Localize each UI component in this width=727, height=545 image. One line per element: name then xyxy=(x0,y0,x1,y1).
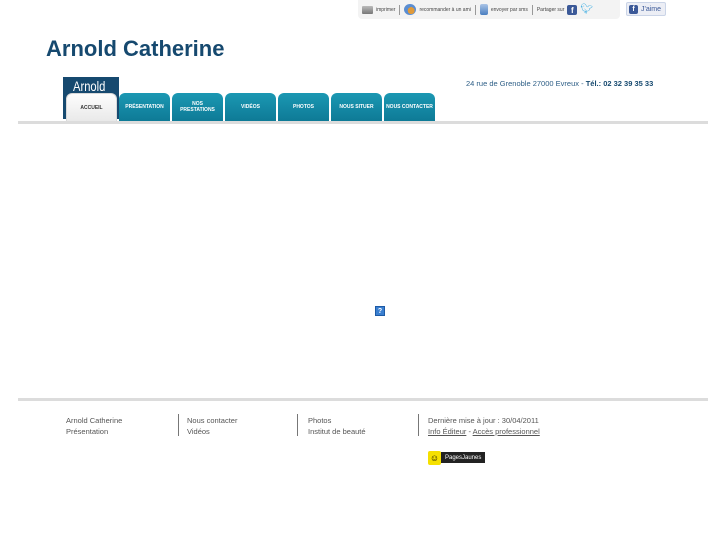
tab-videos[interactable]: VIDÉOS xyxy=(225,93,276,121)
missing-plugin-icon[interactable]: ? xyxy=(375,306,385,316)
share-toolbar: imprimer recommander à un ami envoyer pa… xyxy=(358,0,620,19)
pagesjaunes-smiley-icon: ☺ xyxy=(428,450,441,465)
footer-link-videos[interactable]: Vidéos xyxy=(187,426,237,437)
footer-column-divider xyxy=(178,414,179,436)
footer-link-presentation[interactable]: Présentation xyxy=(66,426,122,437)
twitter-icon[interactable]: 🐦︎ xyxy=(580,4,593,15)
tab-accueil[interactable]: ACCUEIL xyxy=(66,93,117,121)
site-title[interactable]: Arnold Catherine xyxy=(46,36,224,62)
facebook-icon[interactable]: f xyxy=(567,4,578,15)
main-nav: ACCUEIL PRÉSENTATION NOS PRESTATIONS VID… xyxy=(66,93,435,121)
tab-nous-contacter[interactable]: NOUS CONTACTER xyxy=(384,93,435,121)
footer-column-3: Photos Institut de beauté xyxy=(308,415,366,437)
footer-column-divider xyxy=(418,414,419,436)
logo-text: Arnold xyxy=(73,78,106,94)
like-label: J'aime xyxy=(641,5,662,13)
pagesjaunes-badge[interactable]: ☺ PagesJaunes xyxy=(428,450,486,465)
footer-legal-links: Info Éditeur - Accès professionnel xyxy=(428,426,540,437)
pagesjaunes-label: PagesJaunes xyxy=(441,452,486,463)
print-label: imprimer xyxy=(376,6,396,13)
footer-column-divider xyxy=(297,414,298,436)
sms-label: envoyer par sms xyxy=(490,6,528,13)
printer-icon xyxy=(362,5,373,14)
recommend-friend-icon xyxy=(404,4,417,15)
footer-column-2: Nous contacter Vidéos xyxy=(187,415,237,437)
footer-link-institut[interactable]: Institut de beauté xyxy=(308,426,366,437)
facebook-icon: f xyxy=(629,4,638,14)
acces-pro-link[interactable]: Accès professionnel xyxy=(473,427,540,436)
link-separator: - xyxy=(468,427,471,436)
recommend-label: recommander à un ami xyxy=(419,6,471,13)
tab-photos[interactable]: PHOTOS xyxy=(278,93,329,121)
address-separator: - xyxy=(581,79,584,88)
share-group: Partager sur f 🐦︎ xyxy=(533,4,597,15)
footer-link-home[interactable]: Arnold Catherine xyxy=(66,415,122,426)
print-link[interactable]: imprimer xyxy=(358,5,399,14)
footer-column-1: Arnold Catherine Présentation xyxy=(66,415,122,437)
tab-nos-prestations[interactable]: NOS PRESTATIONS xyxy=(172,93,223,121)
footer-link-photos[interactable]: Photos xyxy=(308,415,366,426)
recommend-link[interactable]: recommander à un ami xyxy=(400,4,474,15)
phone-number: Tél.: 02 32 39 35 33 xyxy=(585,79,654,88)
footer-column-4: Dernière mise à jour : 30/04/2011 Info É… xyxy=(428,415,540,437)
info-editeur-link[interactable]: Info Éditeur xyxy=(428,427,466,436)
address-text: 24 rue de Grenoble 27000 Evreux xyxy=(466,79,579,88)
facebook-like-button[interactable]: f J'aime xyxy=(626,2,666,16)
tab-presentation[interactable]: PRÉSENTATION xyxy=(119,93,170,121)
sms-link[interactable]: envoyer par sms xyxy=(476,4,532,15)
contact-info: 24 rue de Grenoble 27000 Evreux - Tél.: … xyxy=(466,79,653,88)
nav-divider xyxy=(18,121,708,124)
footer-divider xyxy=(18,398,708,401)
tab-nous-situer[interactable]: NOUS SITUER xyxy=(331,93,382,121)
share-label: Partager sur xyxy=(536,6,565,13)
last-update-text: Dernière mise à jour : 30/04/2011 xyxy=(428,416,539,425)
footer-link-contact[interactable]: Nous contacter xyxy=(187,415,237,426)
mobile-phone-icon xyxy=(479,4,488,15)
